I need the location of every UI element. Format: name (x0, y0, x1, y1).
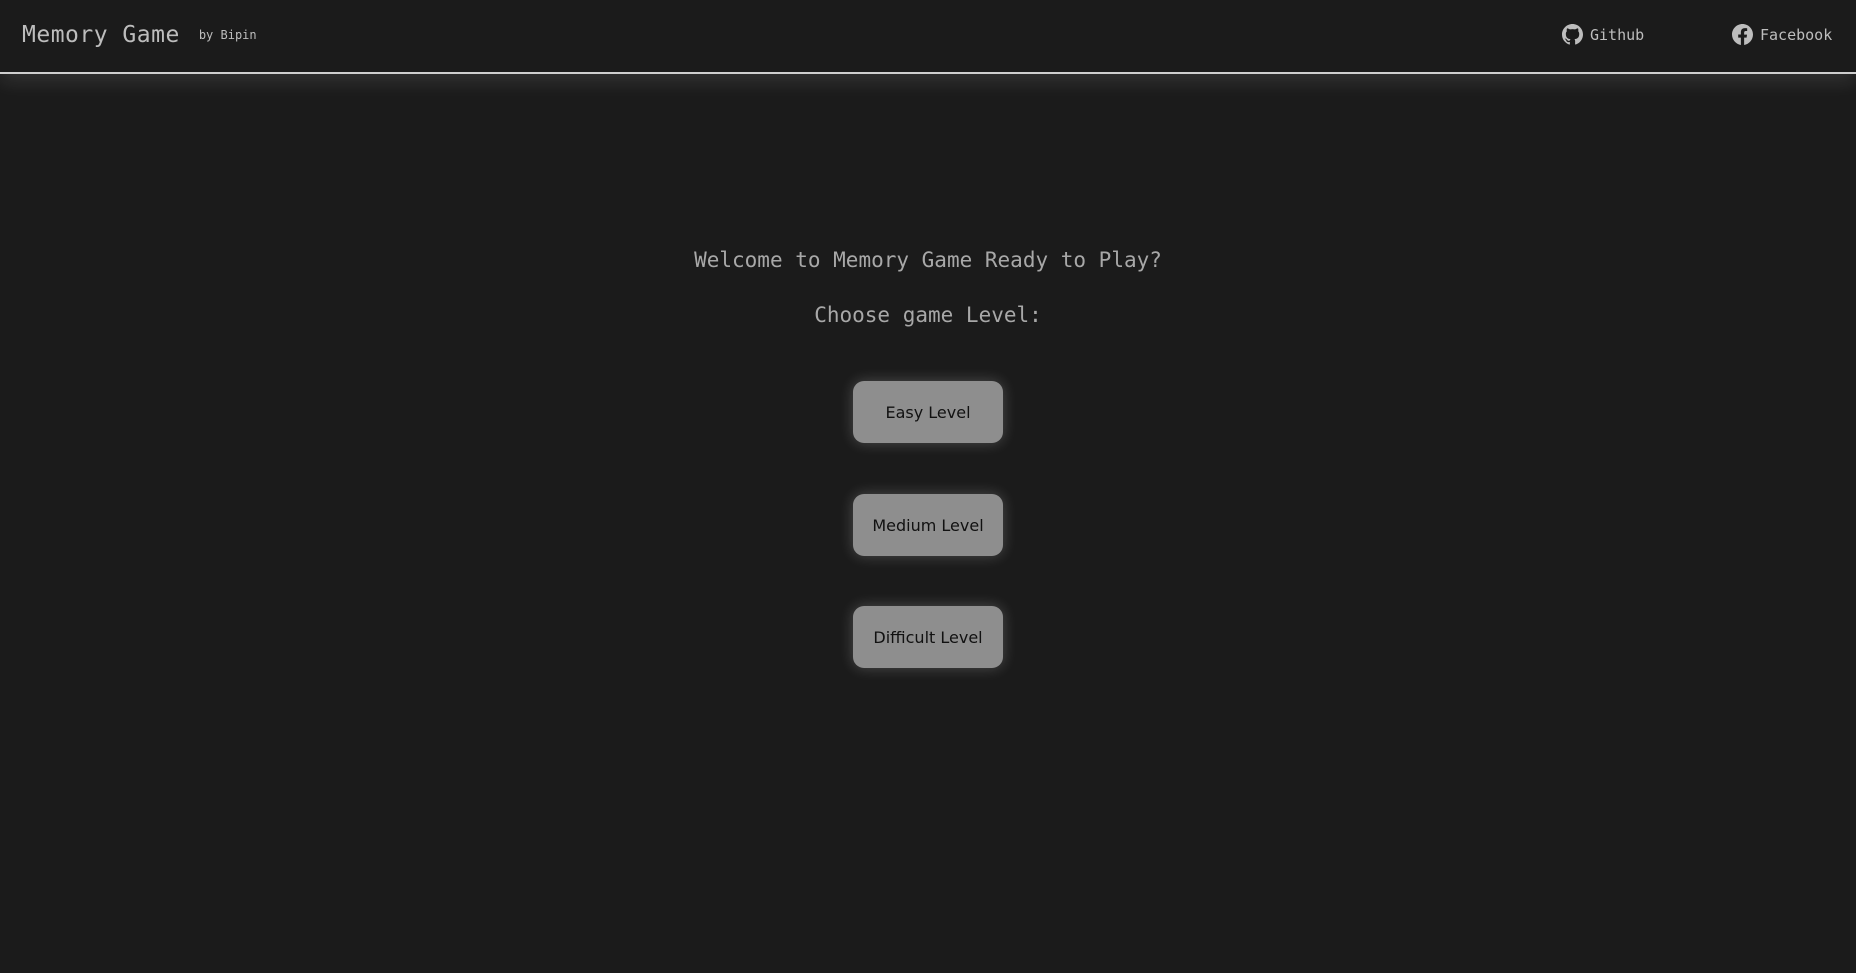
medium-level-button[interactable]: Medium Level (853, 494, 1003, 556)
github-link[interactable]: Github (1562, 24, 1644, 45)
github-icon (1562, 24, 1583, 45)
author-byline: by Bipin (198, 28, 257, 42)
facebook-icon (1732, 24, 1753, 45)
choose-level-heading: Choose game Level: (814, 303, 1042, 327)
difficult-level-button[interactable]: Difficult Level (853, 606, 1003, 668)
welcome-heading: Welcome to Memory Game Ready to Play? (694, 248, 1162, 272)
facebook-link-label: Facebook (1760, 25, 1833, 44)
brand: Memory Game by Bipin (22, 22, 257, 48)
easy-level-button[interactable]: Easy Level (853, 381, 1003, 443)
main-content: Welcome to Memory Game Ready to Play? Ch… (0, 74, 1856, 973)
github-link-label: Github (1590, 25, 1645, 44)
app-title: Memory Game (22, 22, 180, 48)
facebook-link[interactable]: Facebook (1732, 24, 1832, 45)
top-navbar: Memory Game by Bipin Github Facebook (0, 0, 1856, 74)
